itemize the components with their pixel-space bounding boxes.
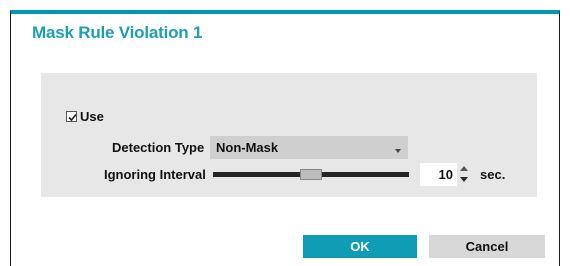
use-row[interactable]: Use: [66, 109, 104, 124]
ignoring-interval-value: 10: [438, 167, 453, 182]
detection-type-label: Detection Type: [112, 140, 205, 155]
detection-type-select[interactable]: Non-Mask: [210, 136, 408, 159]
spin-down-icon[interactable]: [460, 177, 468, 182]
ok-button[interactable]: OK: [303, 235, 417, 258]
ignoring-interval-slider[interactable]: [213, 169, 409, 180]
settings-panel: Use Detection Type Non-Mask Ignoring Int…: [41, 73, 537, 197]
cancel-button[interactable]: Cancel: [429, 235, 545, 258]
interval-unit-label: sec.: [480, 167, 506, 182]
ignoring-interval-spinner[interactable]: [458, 163, 470, 186]
slider-thumb[interactable]: [300, 169, 322, 180]
use-checkbox[interactable]: [66, 111, 77, 122]
use-label: Use: [80, 109, 104, 124]
check-icon: [68, 113, 77, 122]
detection-type-value: Non-Mask: [216, 140, 279, 155]
ignoring-interval-input[interactable]: 10: [420, 163, 457, 186]
ignoring-interval-label: Ignoring Interval: [104, 167, 206, 182]
spin-up-icon[interactable]: [460, 166, 468, 171]
mask-rule-dialog: Mask Rule Violation 1 Use Detection Type…: [10, 10, 560, 266]
dialog-title: Mask Rule Violation 1: [32, 23, 203, 42]
chevron-down-icon: [395, 149, 401, 153]
